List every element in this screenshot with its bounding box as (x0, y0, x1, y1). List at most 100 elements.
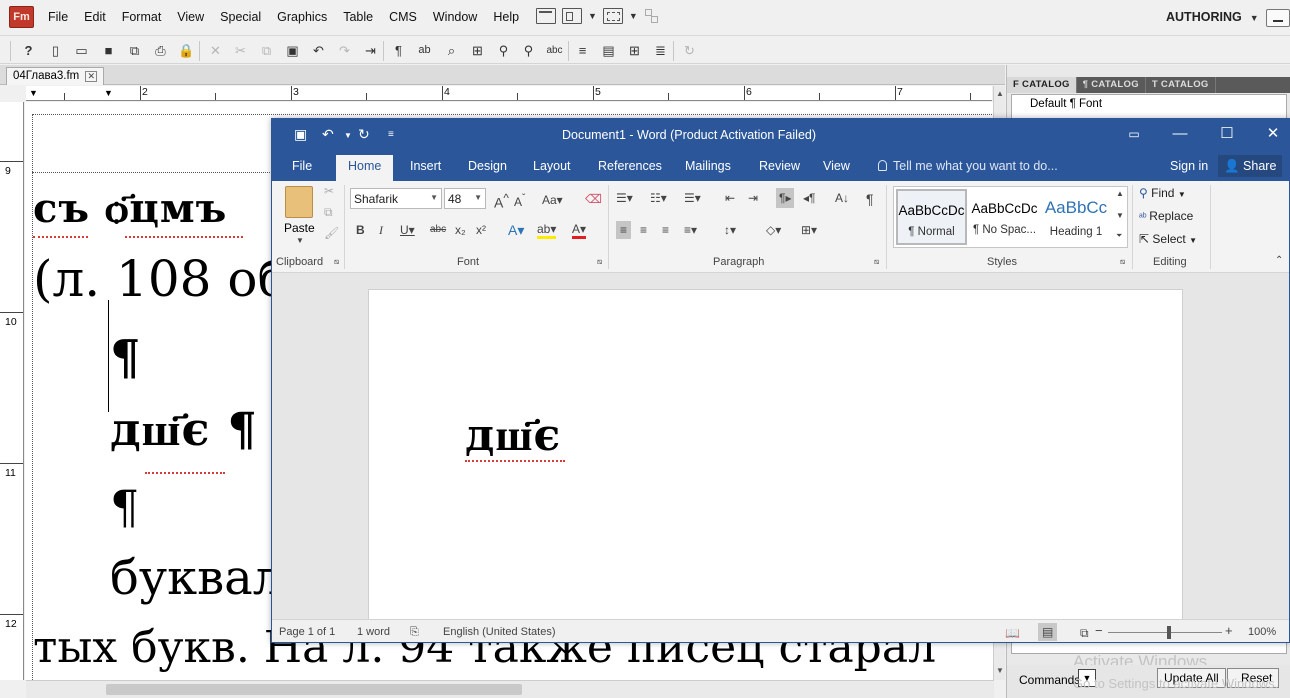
menu-cms[interactable]: CMS (381, 10, 425, 24)
format-painter-icon[interactable]: 🖌 (324, 226, 339, 240)
spell-check-icon[interactable]: abc (546, 42, 563, 59)
highlight-color-icon[interactable]: ab▾ (537, 222, 557, 239)
borders-icon[interactable]: ⊞▾ (801, 223, 817, 237)
lock-icon[interactable]: 🔒 (178, 42, 195, 59)
word-page[interactable]: дш҃є (368, 289, 1183, 629)
line-spacing-icon[interactable]: ↕▾ (724, 223, 736, 237)
search-icon[interactable]: ⚲ (495, 42, 512, 59)
find-button[interactable]: ⚲ Find ▼ (1139, 186, 1186, 200)
read-mode-icon[interactable]: 📖 (1005, 626, 1020, 640)
language-indicator[interactable]: English (United States) (443, 626, 556, 638)
cut-icon[interactable]: ✂ (232, 42, 249, 59)
proofing-icon[interactable]: ⎘ (410, 626, 419, 639)
word-document-text[interactable]: дш҃є (465, 410, 561, 461)
indent-marker-icon[interactable]: ▼ (104, 88, 113, 98)
tell-me-box[interactable]: Tell me what you want to do... (878, 159, 1058, 173)
menu-window[interactable]: Window (425, 10, 485, 24)
page-count[interactable]: Page 1 of 1 (279, 626, 335, 638)
zoom-slider-thumb[interactable] (1167, 626, 1171, 639)
decrease-indent-icon[interactable]: ⇤ (725, 191, 735, 205)
bullets-icon[interactable]: ☰▾ (616, 191, 633, 205)
arrange-windows-icon[interactable] (644, 8, 658, 24)
minimize-button[interactable] (1266, 9, 1290, 27)
layout-view-icon[interactable] (562, 8, 582, 24)
show-marks-icon[interactable]: ¶ (866, 191, 874, 207)
tab-insert[interactable]: Insert (410, 159, 441, 173)
refresh-icon[interactable]: ↻ (681, 42, 698, 59)
insert-table-icon[interactable]: ⊞ (626, 42, 643, 59)
scroll-down-icon[interactable]: ▼ (996, 666, 1004, 675)
superscript-icon[interactable]: x² (476, 223, 486, 237)
find-replace-icon[interactable]: ⌕ (443, 42, 460, 59)
tab-font-catalog[interactable]: F CATALOG (1007, 77, 1077, 93)
web-layout-icon[interactable]: ⧉ (1080, 626, 1089, 641)
menu-file[interactable]: File (40, 10, 76, 24)
strikethrough-icon[interactable]: abc (430, 224, 446, 235)
fm-horizontal-scrollbar[interactable] (26, 680, 994, 698)
dialog-launcher-icon[interactable]: ⧅ (597, 257, 602, 267)
delete-icon[interactable]: ✕ (207, 42, 224, 59)
change-case-icon[interactable]: Aa▾ (542, 193, 563, 207)
select-button[interactable]: ⇱ Select ▼ (1139, 232, 1197, 246)
chevron-down-icon[interactable]: ▼ (296, 236, 304, 245)
repeat-icon[interactable]: ⇥ (362, 42, 379, 59)
ribbon-display-icon[interactable]: ▭ (1122, 123, 1146, 145)
dialog-launcher-icon[interactable]: ⧅ (1120, 257, 1125, 267)
styles-scroll-down-icon[interactable]: ▼ (1116, 211, 1124, 220)
fit-view-icon[interactable] (602, 8, 623, 24)
marker-icon[interactable]: ⚲ (520, 42, 537, 59)
insert-anchored-frame-icon[interactable]: ▤ (600, 42, 617, 59)
menu-special[interactable]: Special (212, 10, 269, 24)
tab-review[interactable]: Review (759, 159, 800, 173)
align-right-icon[interactable]: ≡ (662, 223, 669, 237)
tab-table-catalog[interactable]: T CATALOG (1146, 77, 1216, 93)
replace-button[interactable]: ᵃᵇ Replace (1139, 209, 1193, 223)
workspace-switcher[interactable]: AUTHORING ▼ (1166, 10, 1259, 24)
sort-icon[interactable]: A↓ (835, 191, 849, 205)
style-normal[interactable]: AaBbCcDc ¶ Normal (896, 189, 967, 245)
indent-marker-icon[interactable]: ▼ (29, 88, 38, 98)
spelling-icon[interactable]: ab (416, 42, 433, 59)
clear-formatting-icon[interactable]: ⌫ (585, 192, 602, 206)
copy-icon[interactable]: ⧉ (324, 205, 333, 220)
dialog-launcher-icon[interactable]: ⧅ (334, 257, 339, 267)
save-icon[interactable]: ■ (100, 42, 117, 59)
paste-icon[interactable]: ▣ (284, 42, 301, 59)
chevron-down-icon[interactable]: ▼ (588, 11, 597, 21)
styles-expand-icon[interactable]: ⏷ (1116, 231, 1122, 241)
shading-icon[interactable]: ◇▾ (766, 223, 781, 237)
word-count[interactable]: 1 word (357, 626, 390, 638)
paste-button[interactable]: Paste (284, 221, 315, 235)
vertical-ruler[interactable]: 9 10 11 12 (0, 102, 24, 680)
open-folder-icon[interactable]: ▭ (73, 42, 90, 59)
multilevel-list-icon[interactable]: ☰▾ (684, 191, 701, 205)
zoom-in-icon[interactable]: + (1225, 623, 1233, 638)
tab-paragraph-catalog[interactable]: ¶ CATALOG (1077, 77, 1146, 93)
grid-icon[interactable]: ⊞ (469, 42, 486, 59)
ltr-direction-icon[interactable]: ¶▸ (776, 188, 795, 208)
align-center-icon[interactable]: ≡ (640, 223, 647, 237)
styles-scroll-up-icon[interactable]: ▲ (1116, 189, 1124, 198)
toolbar-toggle-icon[interactable] (536, 8, 556, 24)
undo-icon[interactable]: ↶ (310, 42, 327, 59)
paragraph-align-icon[interactable]: ≡ (574, 42, 591, 59)
text-properties-icon[interactable]: ¶ (390, 42, 407, 59)
zoom-out-icon[interactable]: − (1095, 623, 1103, 638)
minimize-icon[interactable]: — (1168, 123, 1192, 145)
shrink-font-icon[interactable]: Aˇ (514, 193, 525, 209)
rtl-direction-icon[interactable]: ◂¶ (803, 191, 815, 205)
increase-indent-icon[interactable]: ⇥ (748, 191, 758, 205)
print-icon[interactable]: ⎙ (152, 42, 169, 59)
equations-icon[interactable]: ≣ (652, 42, 669, 59)
bold-icon[interactable]: B (356, 223, 365, 237)
catalog-item[interactable]: Default ¶ Font (1030, 98, 1102, 110)
menu-graphics[interactable]: Graphics (269, 10, 335, 24)
close-icon[interactable]: ✕ (1261, 123, 1285, 145)
dialog-launcher-icon[interactable]: ⧅ (874, 257, 879, 267)
scroll-thumb[interactable] (106, 684, 522, 695)
tab-mailings[interactable]: Mailings (685, 159, 731, 173)
scroll-up-icon[interactable]: ▲ (996, 89, 1004, 98)
italic-icon[interactable]: I (379, 223, 383, 238)
sign-in-link[interactable]: Sign in (1170, 159, 1208, 173)
menu-edit[interactable]: Edit (76, 10, 114, 24)
